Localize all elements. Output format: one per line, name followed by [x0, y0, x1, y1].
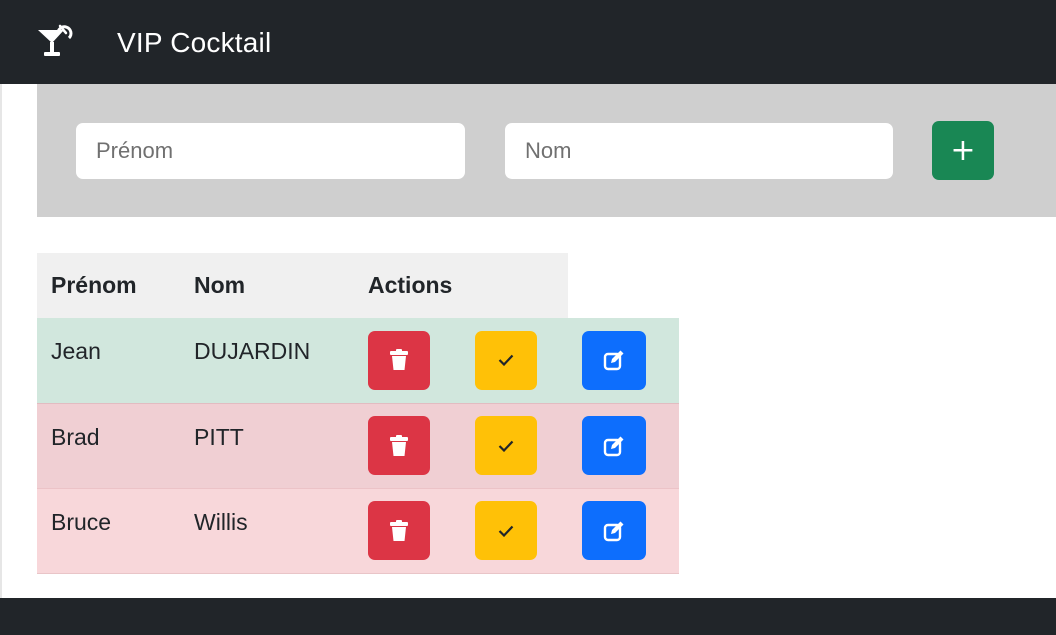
row-lastname: Willis [180, 487, 354, 574]
row-action-cell [568, 487, 679, 574]
delete-button[interactable] [368, 416, 430, 475]
firstname-input[interactable] [76, 123, 465, 179]
header-actions: Actions [354, 253, 461, 318]
page-edge [0, 84, 2, 598]
table-row: Jean DUJARDIN [37, 318, 679, 403]
edit-icon [603, 350, 624, 371]
footer [0, 598, 1056, 635]
edit-button[interactable] [582, 416, 646, 475]
edit-icon [603, 436, 624, 456]
header-actions-cont [461, 253, 568, 318]
check-icon [498, 354, 514, 367]
lastname-input[interactable] [505, 123, 893, 179]
row-firstname: Brad [37, 402, 180, 488]
row-action-cell [354, 487, 461, 574]
trash-icon [390, 434, 408, 456]
row-action-cell [354, 402, 461, 488]
add-guest-button[interactable]: + [932, 121, 994, 180]
edit-icon [603, 521, 624, 541]
trash-icon [390, 519, 408, 541]
app-title: VIP Cocktail [117, 27, 272, 58]
row-action-cell [461, 402, 568, 488]
row-action-cell [461, 318, 568, 403]
row-action-cell [461, 487, 568, 574]
header-blank [568, 253, 679, 318]
row-lastname: PITT [180, 402, 354, 488]
table-row: Brad PITT [37, 402, 679, 488]
guest-table: Prénom Nom Actions Jean DUJARDIN Brad PI… [37, 253, 679, 574]
delete-button[interactable] [368, 501, 430, 560]
row-action-cell [568, 402, 679, 488]
row-firstname: Bruce [37, 487, 180, 574]
navbar: VIP Cocktail [0, 0, 1056, 84]
row-action-cell [568, 318, 679, 403]
validate-button[interactable] [475, 501, 537, 560]
header-firstname: Prénom [37, 253, 180, 318]
check-icon [498, 440, 514, 452]
edit-button[interactable] [582, 330, 646, 390]
cocktail-glass-icon [38, 24, 73, 56]
delete-button[interactable] [368, 330, 430, 390]
table-row: Bruce Willis [37, 487, 679, 574]
edit-button[interactable] [582, 501, 646, 560]
row-action-cell [354, 318, 461, 403]
row-lastname: DUJARDIN [180, 318, 354, 403]
trash-icon [390, 349, 408, 371]
header-lastname: Nom [180, 253, 354, 318]
check-icon [498, 525, 514, 537]
validate-button[interactable] [475, 330, 537, 390]
table-header-row: Prénom Nom Actions [37, 253, 679, 318]
validate-button[interactable] [475, 416, 537, 475]
row-firstname: Jean [37, 318, 180, 403]
